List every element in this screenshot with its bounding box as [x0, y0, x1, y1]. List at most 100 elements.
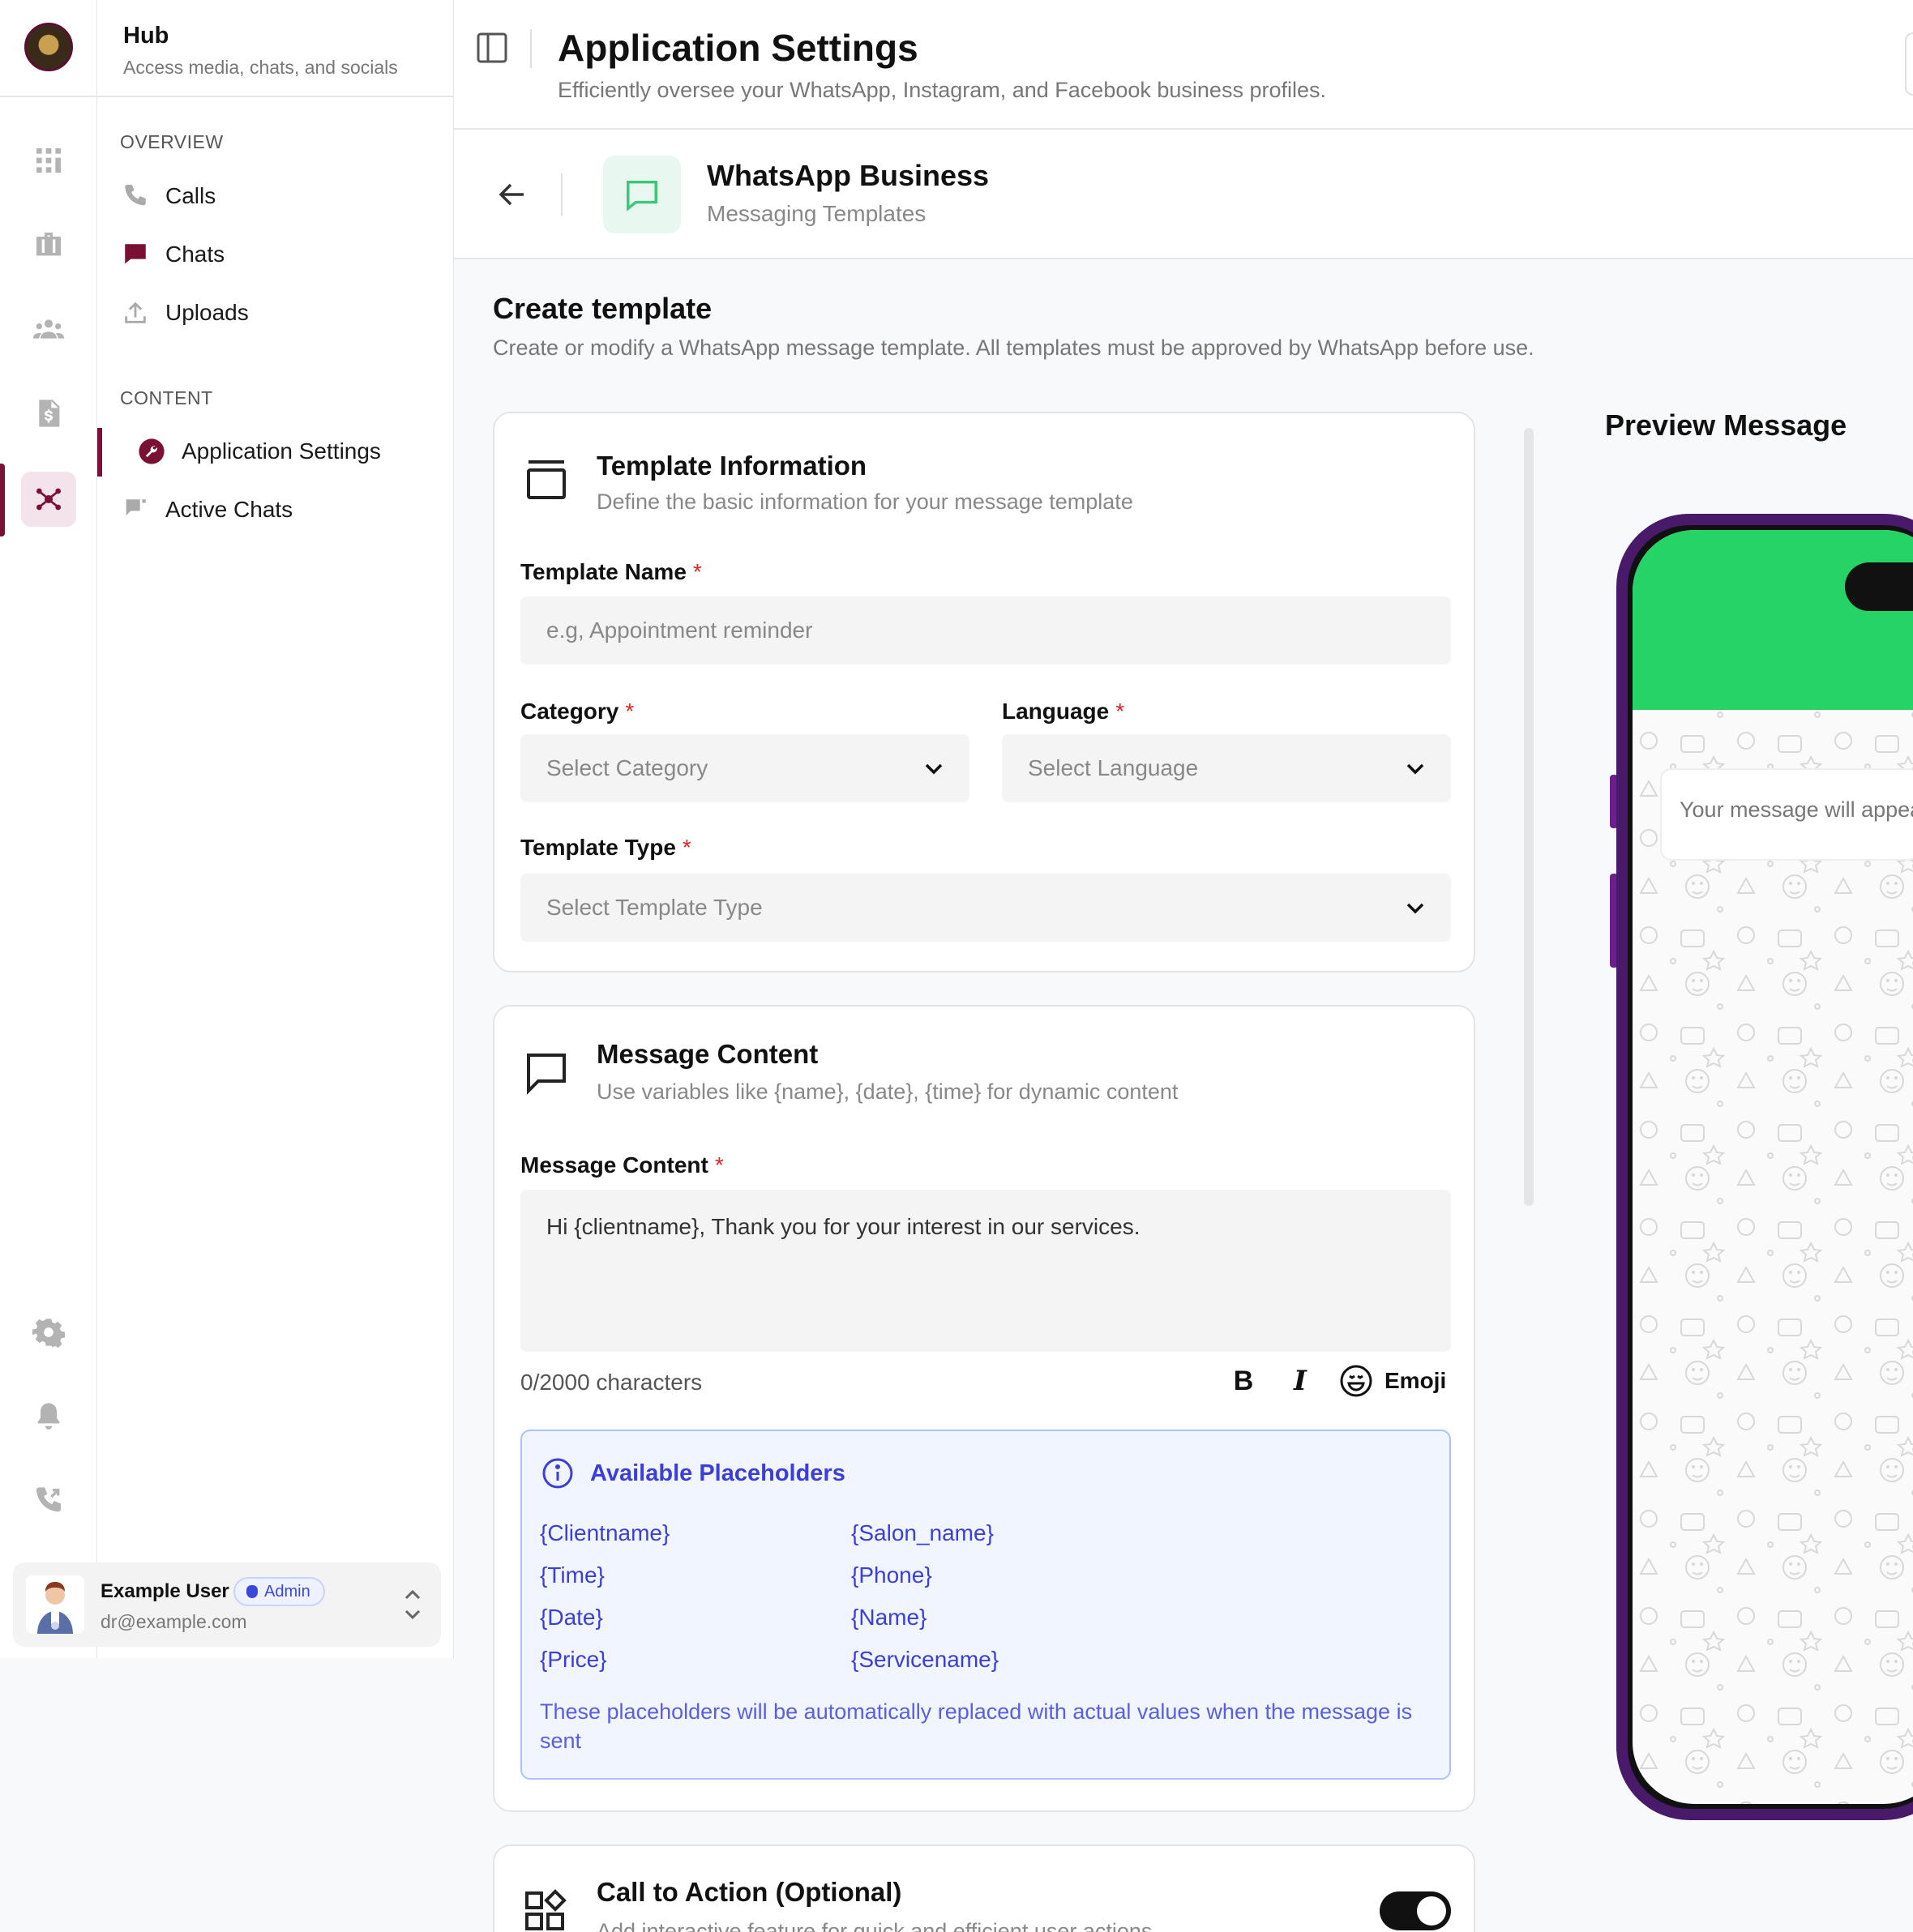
character-counter: 0/2000 characters — [520, 1370, 703, 1395]
placeholder-chip[interactable]: {Date} — [540, 1605, 603, 1631]
grid-icon[interactable] — [21, 133, 76, 188]
preview-title: Preview Message — [1605, 408, 1847, 442]
template-type-label: Template Type * — [520, 835, 691, 860]
message-square-icon — [627, 180, 657, 212]
people-icon[interactable] — [21, 301, 76, 357]
template-card-icon — [527, 460, 566, 499]
chevron-down-icon — [1406, 903, 1424, 914]
placeholder-chip[interactable]: {Clientname} — [540, 1520, 670, 1546]
sidebar-item-label: Active Chats — [165, 497, 293, 522]
channel-title: WhatsApp Business — [707, 159, 990, 192]
flag-chat-icon — [126, 499, 146, 516]
chat-icon — [125, 244, 146, 264]
section-content-label: CONTENT — [120, 387, 213, 408]
whatsapp-header-bar — [1633, 530, 1913, 710]
template-name-input[interactable]: e.g, Appointment reminder — [520, 596, 1451, 665]
widgets-icon — [525, 1889, 567, 1930]
card-title: Template Information — [597, 451, 867, 481]
wrench-icon — [139, 438, 165, 464]
placeholder-chip[interactable]: {Salon_name} — [851, 1520, 994, 1546]
sidebar-item-uploads[interactable]: Uploads — [122, 299, 249, 327]
message-content-textarea[interactable]: Hi {clientname}, Thank you for your inte… — [520, 1190, 1451, 1352]
subheader-divider — [561, 173, 563, 216]
sidebar-item-label: Uploads — [165, 300, 249, 325]
shield-icon — [246, 1585, 258, 1598]
sidebar-item-active-chats[interactable]: Active Chats — [122, 496, 293, 524]
chevron-down-icon — [925, 763, 943, 775]
info-icon — [542, 1458, 573, 1489]
chat-wallpaper-pattern — [1633, 530, 1913, 1804]
template-type-select-value: Select Template Type — [546, 895, 763, 920]
emoji-icon — [1340, 1365, 1372, 1397]
sidebar-item-label: Calls — [165, 183, 216, 208]
language-select[interactable]: Select Language — [1002, 734, 1451, 802]
avatar — [26, 1575, 84, 1634]
phone-forward-icon[interactable] — [21, 1473, 76, 1528]
chevron-up-down-icon[interactable] — [402, 1585, 423, 1624]
user-name: Example User — [101, 1580, 229, 1602]
emoji-button[interactable]: Emoji — [1339, 1361, 1453, 1400]
channel-subtitle: Messaging Templates — [707, 201, 927, 226]
sidebar-item-application-settings[interactable]: Application Settings — [138, 438, 381, 465]
section-overview-label: OVERVIEW — [120, 131, 224, 152]
rail-divider — [0, 96, 97, 97]
language-label: Language * — [1002, 699, 1125, 724]
sidebar-active-indicator — [97, 428, 102, 477]
placeholder-chip[interactable]: {Phone} — [851, 1562, 932, 1588]
placeholder-chip[interactable]: {Time} — [540, 1562, 605, 1588]
dynamic-island — [1845, 562, 1913, 611]
rail-active-marker — [0, 464, 5, 536]
emoji-label: Emoji — [1384, 1368, 1447, 1393]
icon-rail — [0, 0, 97, 1658]
template-information-card: Template Information Define the basic in… — [493, 412, 1475, 972]
back-arrow-icon[interactable] — [494, 177, 530, 212]
header-divider — [530, 29, 532, 68]
card-title: Call to Action (Optional) — [597, 1877, 902, 1907]
language-select-value: Select Language — [1028, 755, 1199, 780]
card-subtitle: Add interactive feature for quick and ef… — [597, 1919, 1153, 1932]
bell-icon[interactable] — [21, 1389, 76, 1444]
brand-logo[interactable] — [24, 23, 73, 71]
role-badge: Admin — [233, 1577, 325, 1606]
message-content-label: Message Content * — [520, 1152, 724, 1178]
upload-icon — [125, 301, 146, 323]
placeholder-chip[interactable]: {Name} — [851, 1605, 927, 1631]
placeholders-title: Available Placeholders — [590, 1460, 845, 1486]
sidebar-item-label: Chats — [165, 242, 225, 267]
page-title: Application Settings — [558, 27, 918, 69]
app-title: Hub — [123, 23, 169, 49]
chat-bubble-icon — [527, 1054, 566, 1095]
sidebar-header: Hub Access media, chats, and socials — [97, 0, 454, 97]
invoice-icon[interactable] — [21, 386, 76, 441]
template-type-select[interactable]: Select Template Type — [520, 874, 1451, 942]
scrollbar[interactable] — [1524, 428, 1534, 1206]
category-select[interactable]: Select Category — [520, 734, 969, 802]
placeholders-heading: Available Placeholders — [541, 1457, 845, 1490]
placeholder-chip[interactable]: {Servicename} — [851, 1647, 999, 1673]
bold-button[interactable]: B — [1227, 1363, 1260, 1399]
card-title: Message Content — [597, 1039, 819, 1069]
cta-toggle[interactable] — [1380, 1891, 1451, 1930]
available-placeholders-panel: Available Placeholders {Clientname} {Tim… — [520, 1430, 1451, 1780]
channel-header: WhatsApp Business Messaging Templates — [454, 130, 1913, 259]
card-subtitle: Define the basic information for your me… — [597, 489, 1133, 514]
briefcase-icon[interactable] — [21, 217, 76, 272]
message-preview-bubble: Your message will appear here — [1660, 768, 1913, 861]
network-icon[interactable] — [21, 472, 76, 527]
category-label: Category * — [520, 699, 635, 724]
phone-preview-frame: Your message will appear here — [1616, 514, 1913, 1820]
section-title: Create template — [493, 292, 713, 325]
header-action-edge[interactable] — [1905, 32, 1913, 96]
italic-button[interactable]: I — [1284, 1363, 1316, 1399]
sidebar-item-calls[interactable]: Calls — [122, 182, 216, 210]
toggle-knob — [1417, 1896, 1446, 1926]
sidebar-toggle-icon[interactable] — [477, 32, 507, 63]
section-subtitle: Create or modify a WhatsApp message temp… — [493, 336, 1534, 360]
sidebar: Hub Access media, chats, and socials OVE… — [97, 0, 454, 1658]
phone-icon — [125, 184, 146, 206]
settings-gear-icon[interactable] — [21, 1305, 76, 1360]
sidebar-item-chats[interactable]: Chats — [122, 241, 225, 268]
placeholder-chip[interactable]: {Price} — [540, 1647, 607, 1673]
message-content-card: Message Content Use variables like {name… — [493, 1005, 1475, 1812]
user-account-switcher[interactable]: Example User Admin dr@example.com — [13, 1562, 441, 1647]
